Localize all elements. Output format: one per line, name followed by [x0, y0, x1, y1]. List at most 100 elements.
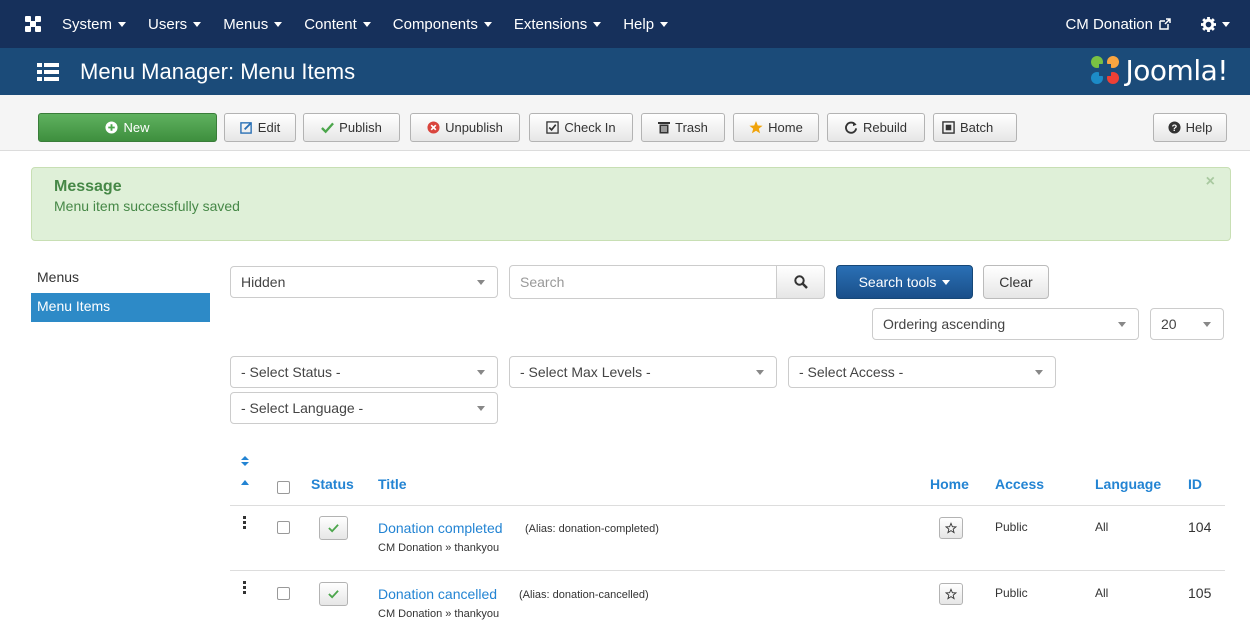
search-tools-button[interactable]: Search tools [836, 265, 973, 299]
check-in-button[interactable]: Check In [529, 113, 633, 142]
language-cell: All [1095, 586, 1109, 600]
menu-system[interactable]: System [62, 15, 127, 33]
max-levels-select-value: - Select Max Levels - [520, 364, 651, 380]
sort-ascending-icon[interactable] [241, 480, 249, 485]
ordering-select[interactable]: Ordering ascending [872, 308, 1139, 340]
close-icon[interactable]: × [1206, 173, 1215, 191]
top-navbar: System Users Menus Content Components Ex… [0, 0, 1250, 48]
page-title: Menu Manager: Menu Items [80, 58, 356, 84]
main-menu: System Users Menus Content Components Ex… [62, 16, 690, 33]
menu-content-label: Content [304, 15, 357, 33]
access-cell: Public [995, 520, 1028, 534]
home-button[interactable]: Home [733, 113, 819, 142]
status-published-button[interactable] [319, 582, 348, 606]
menu-item-path: CM Donation » thankyou [378, 542, 500, 554]
status-select-value: - Select Status - [241, 364, 341, 380]
search-button[interactable] [776, 265, 825, 299]
question-circle-icon: ? [1168, 121, 1181, 134]
external-link-icon [1159, 18, 1171, 30]
menu-system-label: System [62, 15, 113, 33]
max-levels-select[interactable]: - Select Max Levels - [509, 356, 777, 388]
row-checkbox[interactable] [277, 587, 290, 600]
column-header-home[interactable]: Home [930, 476, 969, 492]
search-icon [793, 275, 808, 289]
search-input[interactable] [509, 265, 777, 299]
chevron-down-icon [477, 406, 485, 411]
sidebar: Menus Menu Items [31, 264, 210, 322]
rebuild-button[interactable]: Rebuild [827, 113, 925, 142]
check-in-button-label: Check In [564, 120, 616, 135]
caret-down-icon [593, 21, 602, 27]
column-header-status[interactable]: Status [311, 476, 354, 492]
menu-select-value: Hidden [241, 274, 286, 290]
edit-button[interactable]: Edit [224, 113, 296, 142]
row-checkbox[interactable] [277, 521, 290, 534]
access-select[interactable]: - Select Access - [788, 356, 1056, 388]
menu-item-alias: (Alias: donation-cancelled) [519, 589, 649, 601]
column-header-title[interactable]: Title [378, 476, 407, 492]
menu-item-alias: (Alias: donation-completed) [525, 523, 659, 535]
menu-content[interactable]: Content [304, 16, 371, 33]
trash-button[interactable]: Trash [641, 113, 725, 142]
chevron-down-icon [1118, 322, 1126, 327]
joomla-brand: Joomla! [1088, 53, 1229, 87]
select-all-checkbox[interactable] [277, 481, 290, 494]
menu-extensions[interactable]: Extensions [514, 16, 602, 33]
sidebar-item-menus[interactable]: Menus [31, 264, 210, 293]
batch-button[interactable]: Batch [933, 113, 1017, 142]
publish-button[interactable]: Publish [303, 113, 400, 142]
checkmark-icon [328, 590, 339, 599]
help-button-label: Help [1185, 120, 1213, 135]
set-home-button[interactable] [939, 583, 963, 605]
unpublish-button[interactable]: Unpublish [410, 113, 520, 142]
set-home-button[interactable] [939, 517, 963, 539]
menu-help-label: Help [623, 15, 655, 33]
menu-item-title-link[interactable]: Donation completed [378, 520, 503, 536]
new-button[interactable]: New [38, 113, 217, 142]
site-link-label: CM Donation [1065, 15, 1153, 33]
user-menu[interactable] [1201, 16, 1230, 32]
sort-icon[interactable] [241, 456, 249, 466]
status-select[interactable]: - Select Status - [230, 356, 498, 388]
rebuild-button-label: Rebuild [862, 120, 908, 135]
access-select-value: - Select Access - [799, 364, 904, 380]
chevron-down-icon [477, 370, 485, 375]
column-header-id[interactable]: ID [1188, 476, 1202, 492]
access-cell: Public [995, 586, 1028, 600]
status-published-button[interactable] [319, 516, 348, 540]
caret-down-icon [118, 21, 127, 27]
menu-menus[interactable]: Menus [223, 15, 283, 33]
sidebar-item-menu-items[interactable]: Menu Items [31, 293, 210, 322]
message-heading: Message [54, 178, 122, 195]
limit-select[interactable]: 20 [1150, 308, 1224, 340]
language-select[interactable]: - Select Language - [230, 392, 498, 424]
checkbox-icon [546, 121, 560, 134]
toolbar: New Edit Publish Unpublish Check In Tras… [0, 95, 1250, 151]
clear-button[interactable]: Clear [983, 265, 1049, 299]
joomla-logo-icon[interactable] [24, 15, 42, 33]
star-outline-icon [945, 522, 957, 534]
drag-handle-icon[interactable] [243, 581, 247, 595]
menu-select[interactable]: Hidden [230, 266, 498, 298]
column-header-access[interactable]: Access [995, 476, 1044, 492]
home-button-label: Home [768, 120, 803, 135]
menu-components[interactable]: Components [393, 16, 492, 33]
edit-button-label: Edit [257, 120, 281, 135]
new-button-label: New [123, 120, 150, 135]
limit-select-value: 20 [1161, 316, 1177, 332]
message-text: Menu item successfully saved [54, 198, 240, 214]
batch-icon [942, 121, 955, 134]
column-header-language[interactable]: Language [1095, 476, 1161, 492]
menu-help[interactable]: Help [623, 15, 669, 33]
joomla-logo-icon [1090, 56, 1119, 84]
menu-menus-label: Menus [223, 15, 269, 33]
caret-down-icon [1222, 21, 1230, 27]
help-button[interactable]: ? Help [1153, 113, 1227, 142]
trash-icon [658, 121, 671, 134]
plus-circle-icon [105, 121, 119, 134]
menu-item-title-link[interactable]: Donation cancelled [378, 586, 497, 602]
caret-down-icon [483, 21, 492, 27]
site-link[interactable]: CM Donation [1065, 16, 1171, 33]
menu-users[interactable]: Users [148, 16, 202, 33]
drag-handle-icon[interactable] [243, 516, 247, 530]
